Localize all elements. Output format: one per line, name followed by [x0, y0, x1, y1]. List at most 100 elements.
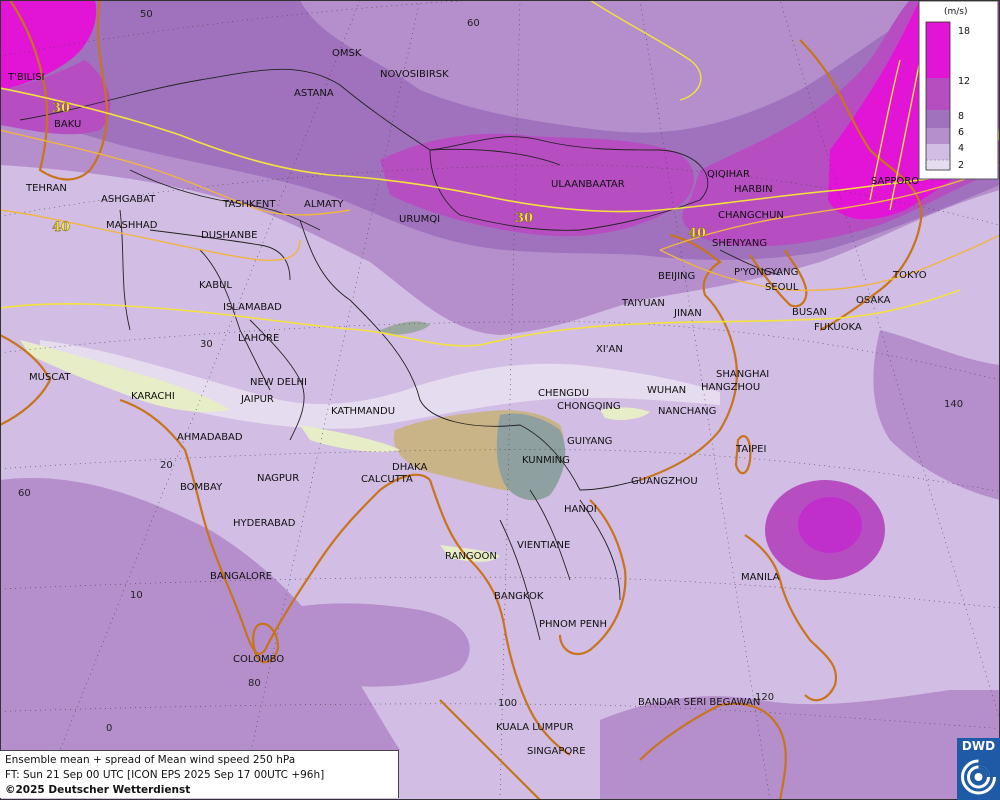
city-label: NANCHANG [658, 406, 716, 417]
city-label: LAHORE [238, 333, 279, 344]
lat-label-10: 10 [130, 590, 143, 601]
city-label: NOVOSIBIRSK [380, 69, 449, 80]
city-label: HYDERABAD [233, 518, 296, 529]
city-label: ASHGABAT [101, 194, 156, 205]
city-label: PHNOM PENH [539, 619, 607, 630]
city-label: GUANGZHOU [631, 476, 698, 487]
city-label: URUMQI [399, 214, 440, 225]
city-label: MASHHAD [106, 220, 158, 231]
city-label: DUSHANBE [201, 230, 257, 241]
city-label: KUNMING [522, 455, 570, 466]
legend: (m/s) 18 12 8 6 4 2 [918, 0, 999, 180]
city-label: OMSK [332, 48, 362, 59]
city-label: BANDAR SERI BEGAWAN [638, 697, 760, 708]
city-label: BANGKOK [494, 591, 544, 602]
lat-label-30: 30 [200, 339, 213, 350]
city-label: CHENGDU [538, 388, 589, 399]
city-label: HANGZHOU [701, 382, 760, 393]
legend-swatch-18 [926, 22, 950, 78]
city-label: TAIYUAN [621, 298, 665, 309]
legend-unit: (m/s) [944, 7, 968, 17]
city-label: XI'AN [596, 344, 623, 355]
contour-label-40-west: 40 [52, 220, 70, 235]
lon-label-60: 60 [467, 18, 480, 29]
lat-label-50: 50 [140, 9, 153, 20]
city-label: ALMATY [304, 199, 344, 210]
lat-label-0: 0 [106, 723, 112, 734]
city-label: SHENYANG [712, 238, 767, 249]
city-label: KABUL [199, 280, 232, 291]
map-caption: Ensemble mean + spread of Mean wind spee… [0, 750, 399, 798]
city-label: TEHRAN [25, 183, 67, 194]
city-label: SHANGHAI [716, 369, 769, 380]
lon-label-80: 80 [248, 678, 261, 689]
city-label: MANILA [741, 572, 780, 583]
city-label: T'BILISI [7, 72, 44, 83]
city-label: SAPPORO [871, 176, 919, 187]
legend-tick-4: 4 [958, 143, 964, 154]
dwd-logo: DWD [957, 738, 1000, 800]
city-label: KUALA LUMPUR [496, 722, 574, 733]
city-label: P'YONGYANG [734, 267, 798, 278]
city-label: SEOUL [765, 282, 799, 293]
wind-spread-map: 30 30 40 40 50 60 30 20 60 10 0 140 80 1… [0, 0, 1000, 800]
city-label: TASHKENT [222, 199, 276, 210]
lon-label-100: 100 [498, 698, 517, 709]
city-label: MUSCAT [29, 372, 71, 383]
dwd-swirl-icon [961, 759, 997, 795]
dwd-logo-text: DWD [961, 739, 996, 753]
city-label: BOMBAY [180, 482, 223, 493]
city-label: KARACHI [131, 391, 175, 402]
legend-tick-8: 8 [958, 111, 964, 122]
city-label: GUIYANG [567, 436, 612, 447]
city-label: CHANGCHUN [718, 210, 784, 221]
spread-core-philippines [798, 497, 862, 553]
city-label: ISLAMABAD [223, 302, 282, 313]
lat-label-20: 20 [160, 460, 173, 471]
city-label: ASTANA [294, 88, 334, 99]
city-label: DHAKA [392, 462, 427, 473]
city-label: HANOI [564, 504, 597, 515]
legend-swatch-4 [926, 144, 950, 160]
city-label: ULAANBAATAR [551, 179, 625, 190]
city-label: TOKYO [892, 270, 927, 281]
city-label: SINGAPORE [527, 746, 586, 757]
city-label: OSAKA [856, 295, 891, 306]
city-label: HARBIN [734, 184, 773, 195]
city-label: NEW DELHI [250, 377, 307, 388]
lon-label-140: 140 [944, 399, 963, 410]
city-label: WUHAN [647, 385, 686, 396]
city-label: BANGALORE [210, 571, 272, 582]
legend-tick-6: 6 [958, 127, 964, 138]
lat-label-60: 60 [18, 488, 31, 499]
contour-label-40-east: 40 [688, 226, 706, 241]
city-label: KATHMANDU [331, 406, 395, 417]
contour-label-30-west: 30 [52, 101, 70, 116]
caption-forecast-time: FT: Sun 21 Sep 00 UTC [ICON EPS 2025 Sep… [5, 769, 325, 781]
city-label: BAKU [54, 119, 81, 130]
city-label: COLOMBO [233, 654, 284, 665]
city-label: RANGOON [445, 551, 497, 562]
legend-swatch-2 [926, 160, 950, 170]
city-label: JAIPUR [240, 394, 274, 405]
contour-label-30-central: 30 [515, 211, 533, 226]
legend-tick-18: 18 [958, 26, 970, 37]
city-label: TAIPEI [735, 444, 766, 455]
city-label: NAGPUR [257, 473, 299, 484]
city-label: AHMADABAD [177, 432, 243, 443]
legend-swatch-12 [926, 78, 950, 110]
legend-tick-2: 2 [958, 160, 964, 171]
city-label: JINAN [673, 308, 702, 319]
city-label: VIENTIANE [517, 540, 570, 551]
city-label: BUSAN [792, 307, 827, 318]
legend-swatch-8 [926, 110, 950, 128]
city-label: QIQIHAR [707, 169, 750, 180]
city-label: CALCUTTA [361, 474, 413, 485]
legend-swatch-6 [926, 128, 950, 144]
city-label: FUKUOKA [814, 322, 862, 333]
city-label: CHONGQING [557, 401, 621, 412]
legend-tick-12: 12 [958, 76, 970, 87]
city-label: BEIJING [658, 271, 695, 282]
caption-title: Ensemble mean + spread of Mean wind spee… [5, 754, 296, 766]
caption-copyright: ©2025 Deutscher Wetterdienst [5, 784, 191, 796]
